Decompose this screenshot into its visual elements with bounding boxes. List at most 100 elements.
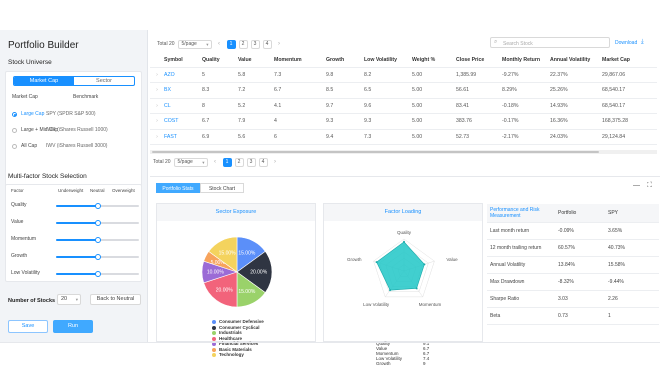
slider-handle[interactable]	[94, 270, 101, 277]
table-row[interactable]: › BX 8.3 7.2 6.7 8.5 6.5 5.00 56.61 8.29% 25.26% 68…	[150, 82, 657, 99]
table-cell: 16.36%	[550, 113, 602, 130]
slider-handle[interactable]	[94, 253, 101, 260]
column-header[interactable]: Close Price	[456, 54, 502, 68]
run-button[interactable]: Run	[53, 320, 93, 333]
save-button[interactable]: Save	[8, 320, 48, 333]
page-button-4[interactable]: 4	[258, 157, 268, 167]
table-cell: 7.3	[364, 129, 412, 145]
radio-large-mid-cap[interactable]	[12, 128, 17, 133]
table-cell: 9.3	[326, 113, 364, 130]
page-button-4[interactable]: 4	[262, 39, 272, 49]
download-icon[interactable]: ⤓	[641, 39, 644, 46]
metric-value: 3.03	[555, 290, 605, 308]
radio-all-cap[interactable]	[12, 144, 17, 149]
symbol-cell[interactable]: CL	[164, 98, 202, 114]
universe-tab-switch: Market Cap Sector	[13, 76, 135, 86]
table-cell: 383.76	[456, 113, 502, 130]
symbol-cell[interactable]: COST	[164, 113, 202, 130]
tab-sector[interactable]: Sector	[74, 77, 134, 85]
search-input[interactable]: ⌕ Search Stock	[490, 37, 610, 48]
column-header[interactable]: Growth	[326, 54, 364, 68]
table-cell: 9.6	[364, 98, 412, 114]
page-size-value: 5/page	[177, 158, 193, 165]
column-header[interactable]: Monthly Return	[502, 54, 550, 68]
back-to-neutral-button[interactable]: Back to Neutral	[90, 294, 141, 305]
metric-value: -0.09%	[555, 222, 605, 240]
column-header[interactable]: Low Volatility	[364, 54, 412, 68]
sector-legend: Consumer Defensive Consumer Cyclical Indus…	[212, 319, 264, 358]
column-header[interactable]: Quality	[202, 54, 238, 68]
slider-fill	[56, 273, 98, 275]
slider-handle[interactable]	[94, 236, 101, 243]
tab-portfolio-stats[interactable]: Portfolio Stats	[156, 183, 200, 193]
performance-row: Annual Volatility 13.84% 15.58%	[487, 256, 659, 274]
horizontal-scrollbar[interactable]	[150, 150, 657, 154]
tab-market-cap[interactable]: Market Cap	[14, 77, 74, 85]
legend-label: Technology	[219, 352, 244, 357]
universe-option-large-mid-cap[interactable]: Large + Mid Cap IWR (iShares Russell 100…	[6, 126, 143, 136]
metric-value: 13.84%	[555, 256, 605, 274]
table-row[interactable]: › FAST 6.9 5.6 6 9.4 7.3 5.00 52.73 -2.17% 24.03% 2…	[150, 129, 657, 145]
symbol-cell[interactable]: BX	[164, 82, 202, 99]
metric-value: 3.65%	[605, 222, 659, 240]
tab-stock-chart[interactable]: Stock Chart	[200, 183, 244, 193]
factor-label: Value	[11, 219, 24, 225]
download-link[interactable]: Download	[615, 40, 637, 46]
slider-fill	[56, 256, 98, 258]
next-page-icon[interactable]: ›	[275, 40, 284, 49]
next-page-icon[interactable]: ›	[271, 158, 280, 167]
table-cell: 9.8	[326, 67, 364, 83]
slider-fill	[56, 205, 98, 207]
maximize-icon[interactable]: ⛶	[647, 182, 652, 190]
expand-row-icon[interactable]: ›	[150, 113, 164, 130]
universe-option-large-cap[interactable]: Large Cap SPY (SPDR S&P 500)	[6, 110, 143, 120]
page-size-select[interactable]: 5/page ▾	[173, 157, 208, 167]
page-button-2[interactable]: 2	[234, 157, 244, 167]
table-cell: 68,540.17	[602, 82, 657, 99]
page-size-select[interactable]: 5/page ▾	[177, 39, 212, 49]
expand-row-icon[interactable]: ›	[150, 67, 164, 83]
factor-loading-title: Factor Loading	[324, 204, 482, 221]
radio-large-cap[interactable]	[12, 112, 17, 117]
table-cell: 68,540.17	[602, 98, 657, 114]
number-of-stocks-value: 20	[61, 296, 68, 302]
universe-option-all-cap[interactable]: All Cap IWV (iShares Russell 3000)	[6, 142, 143, 152]
radar-axis-label: Value	[446, 257, 458, 262]
table-cell: 8.2	[364, 67, 412, 83]
table-row[interactable]: › COST 6.7 7.9 4 9.3 9.3 5.00 383.76 -0.17% 16.36%…	[150, 113, 657, 130]
column-header[interactable]: Momentum	[274, 54, 326, 68]
page-button-1[interactable]: 1	[226, 39, 236, 49]
page-button-2[interactable]: 2	[238, 39, 248, 49]
number-of-stocks-select[interactable]: 20 ▾	[57, 294, 81, 305]
scrollbar-thumb[interactable]	[152, 151, 599, 153]
column-header[interactable]: Market Cap	[602, 54, 657, 68]
column-header[interactable]: Weight %	[412, 54, 456, 68]
column-header[interactable]: Symbol	[164, 54, 202, 68]
table-cell: 14.93%	[550, 98, 602, 114]
table-cell: 6.5	[364, 82, 412, 99]
table-row[interactable]: › AZO 5 5.8 7.3 9.8 8.2 5.00 1,385.99 -9.27% 22.37…	[150, 67, 657, 83]
minimize-icon[interactable]: —	[633, 182, 640, 189]
prev-page-icon[interactable]: ‹	[211, 158, 220, 167]
metric-value: 15.58%	[605, 256, 659, 274]
page-button-3[interactable]: 3	[246, 157, 256, 167]
table-cell: 25.26%	[550, 82, 602, 99]
table-cell: 8.3	[202, 82, 238, 99]
column-header[interactable]: Value	[238, 54, 274, 68]
factor-row-momentum: Momentum	[6, 233, 143, 245]
expand-row-icon[interactable]: ›	[150, 129, 164, 145]
slider-handle[interactable]	[94, 219, 101, 226]
prev-page-icon[interactable]: ‹	[215, 40, 224, 49]
table-row[interactable]: › CL 8 5.2 4.1 9.7 9.6 5.00 83.41 -0.18% 14.93% 68,…	[150, 98, 657, 114]
number-of-stocks-label: Number of Stocks	[8, 298, 56, 304]
column-header[interactable]: Annual Volatility	[550, 54, 602, 68]
symbol-cell[interactable]: FAST	[164, 129, 202, 145]
symbol-cell[interactable]: AZO	[164, 67, 202, 83]
pie-data-label: 10.00%	[207, 270, 225, 276]
expand-row-icon[interactable]: ›	[150, 82, 164, 99]
slider-handle[interactable]	[94, 202, 101, 209]
page-button-1[interactable]: 1	[222, 157, 232, 167]
page-button-3[interactable]: 3	[250, 39, 260, 49]
radar-axis-label: Momentum	[419, 302, 442, 307]
expand-row-icon[interactable]: ›	[150, 98, 164, 114]
